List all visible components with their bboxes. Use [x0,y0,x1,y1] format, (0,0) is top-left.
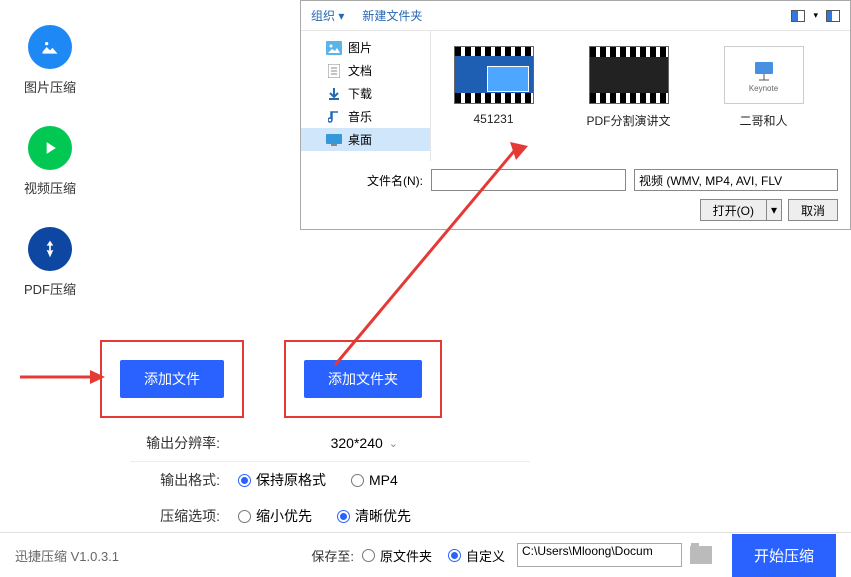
sidebar-label: PDF压缩 [24,279,76,298]
sidebar-item-image-compress[interactable]: 图片压缩 [0,25,100,96]
view-icon[interactable] [791,10,805,22]
version-label: 迅捷压缩 V1.0.3.1 [15,546,119,565]
keynote-thumbnail: Keynote [724,46,804,104]
add-file-button[interactable]: 添加文件 [120,360,224,398]
dropdown-icon[interactable]: ▾ [813,10,818,21]
sidebar-label: 图片压缩 [24,77,76,96]
save-path-input[interactable]: C:\Users\Mloong\Docum [517,543,682,567]
file-item[interactable]: PDF分割演讲文 [576,46,681,146]
file-label: 451231 [473,112,513,126]
tree-item-music[interactable]: 音乐 [301,105,430,128]
pdf-icon [28,227,72,271]
filename-input[interactable] [431,169,626,191]
downloads-icon [326,87,342,101]
annotation-box: 添加文件夹 [284,340,442,418]
play-icon [28,126,72,170]
cancel-button[interactable]: 取消 [788,199,838,221]
chevron-down-icon: ⌄ [389,437,398,450]
desktop-icon [326,133,342,147]
organize-button[interactable]: 组织 ▾ [311,7,344,24]
tree-item-documents[interactable]: 文档 [301,59,430,82]
image-icon [28,25,72,69]
save-to-label: 保存至: [311,546,354,565]
documents-icon [326,64,342,78]
format-keep-radio[interactable]: 保持原格式 [238,470,326,490]
tree-item-desktop[interactable]: 桌面 [301,128,430,151]
add-folder-button[interactable]: 添加文件夹 [304,360,422,398]
dialog-toolbar: 组织 ▾ 新建文件夹 ▾ [301,1,850,31]
format-label: 输出格式: [130,470,220,490]
sidebar-item-video-compress[interactable]: 视频压缩 [0,126,100,197]
file-open-dialog: 组织 ▾ 新建文件夹 ▾ 图片 文档 下载 音乐 [300,0,851,230]
pictures-icon [326,41,342,55]
compress-clear-radio[interactable]: 清晰优先 [337,506,411,526]
annotation-box: 添加文件 [100,340,244,418]
resolution-label: 输出分辨率: [130,433,220,453]
sidebar-item-pdf-compress[interactable]: PDF压缩 [0,227,100,298]
tree-item-pictures[interactable]: 图片 [301,36,430,59]
music-icon [326,110,342,124]
video-thumbnail [454,46,534,104]
sidebar-label: 视频压缩 [24,178,76,197]
save-custom-radio[interactable]: 自定义 [448,546,505,565]
folder-icon[interactable] [690,546,712,564]
file-list: 451231 PDF分割演讲文 Keynote 二哥和人 [431,31,850,161]
folder-tree: 图片 文档 下载 音乐 桌面 [301,31,431,161]
sidebar: 图片压缩 视频压缩 PDF压缩 [0,0,100,530]
file-item[interactable]: Keynote 二哥和人 [711,46,816,146]
open-button[interactable]: 打开(O) [700,199,766,221]
filetype-select[interactable]: 视频 (WMV, MP4, AVI, FLV [634,169,838,191]
save-original-radio[interactable]: 原文件夹 [362,546,432,565]
filename-label: 文件名(N): [313,172,423,189]
compress-label: 压缩选项: [130,506,220,526]
new-folder-button[interactable]: 新建文件夹 [362,7,422,24]
open-dropdown[interactable]: ▾ [766,199,782,221]
file-item[interactable]: 451231 [441,46,546,146]
file-label: 二哥和人 [739,112,787,129]
format-mp4-radio[interactable]: MP4 [351,472,398,488]
file-label: PDF分割演讲文 [586,112,670,129]
resolution-select[interactable]: 320*240 ⌄ [238,435,398,451]
bottom-bar: 迅捷压缩 V1.0.3.1 保存至: 原文件夹 自定义 C:\Users\Mlo… [0,532,851,577]
compress-shrink-radio[interactable]: 缩小优先 [238,506,312,526]
start-button[interactable]: 开始压缩 [732,534,836,577]
video-thumbnail [589,46,669,104]
main-area: 添加文件 添加文件夹 [100,340,851,418]
tree-item-downloads[interactable]: 下载 [301,82,430,105]
settings-panel: 输出分辨率: 320*240 ⌄ 输出格式: 保持原格式 MP4 压缩选项: 缩… [130,425,530,534]
preview-icon[interactable] [826,10,840,22]
